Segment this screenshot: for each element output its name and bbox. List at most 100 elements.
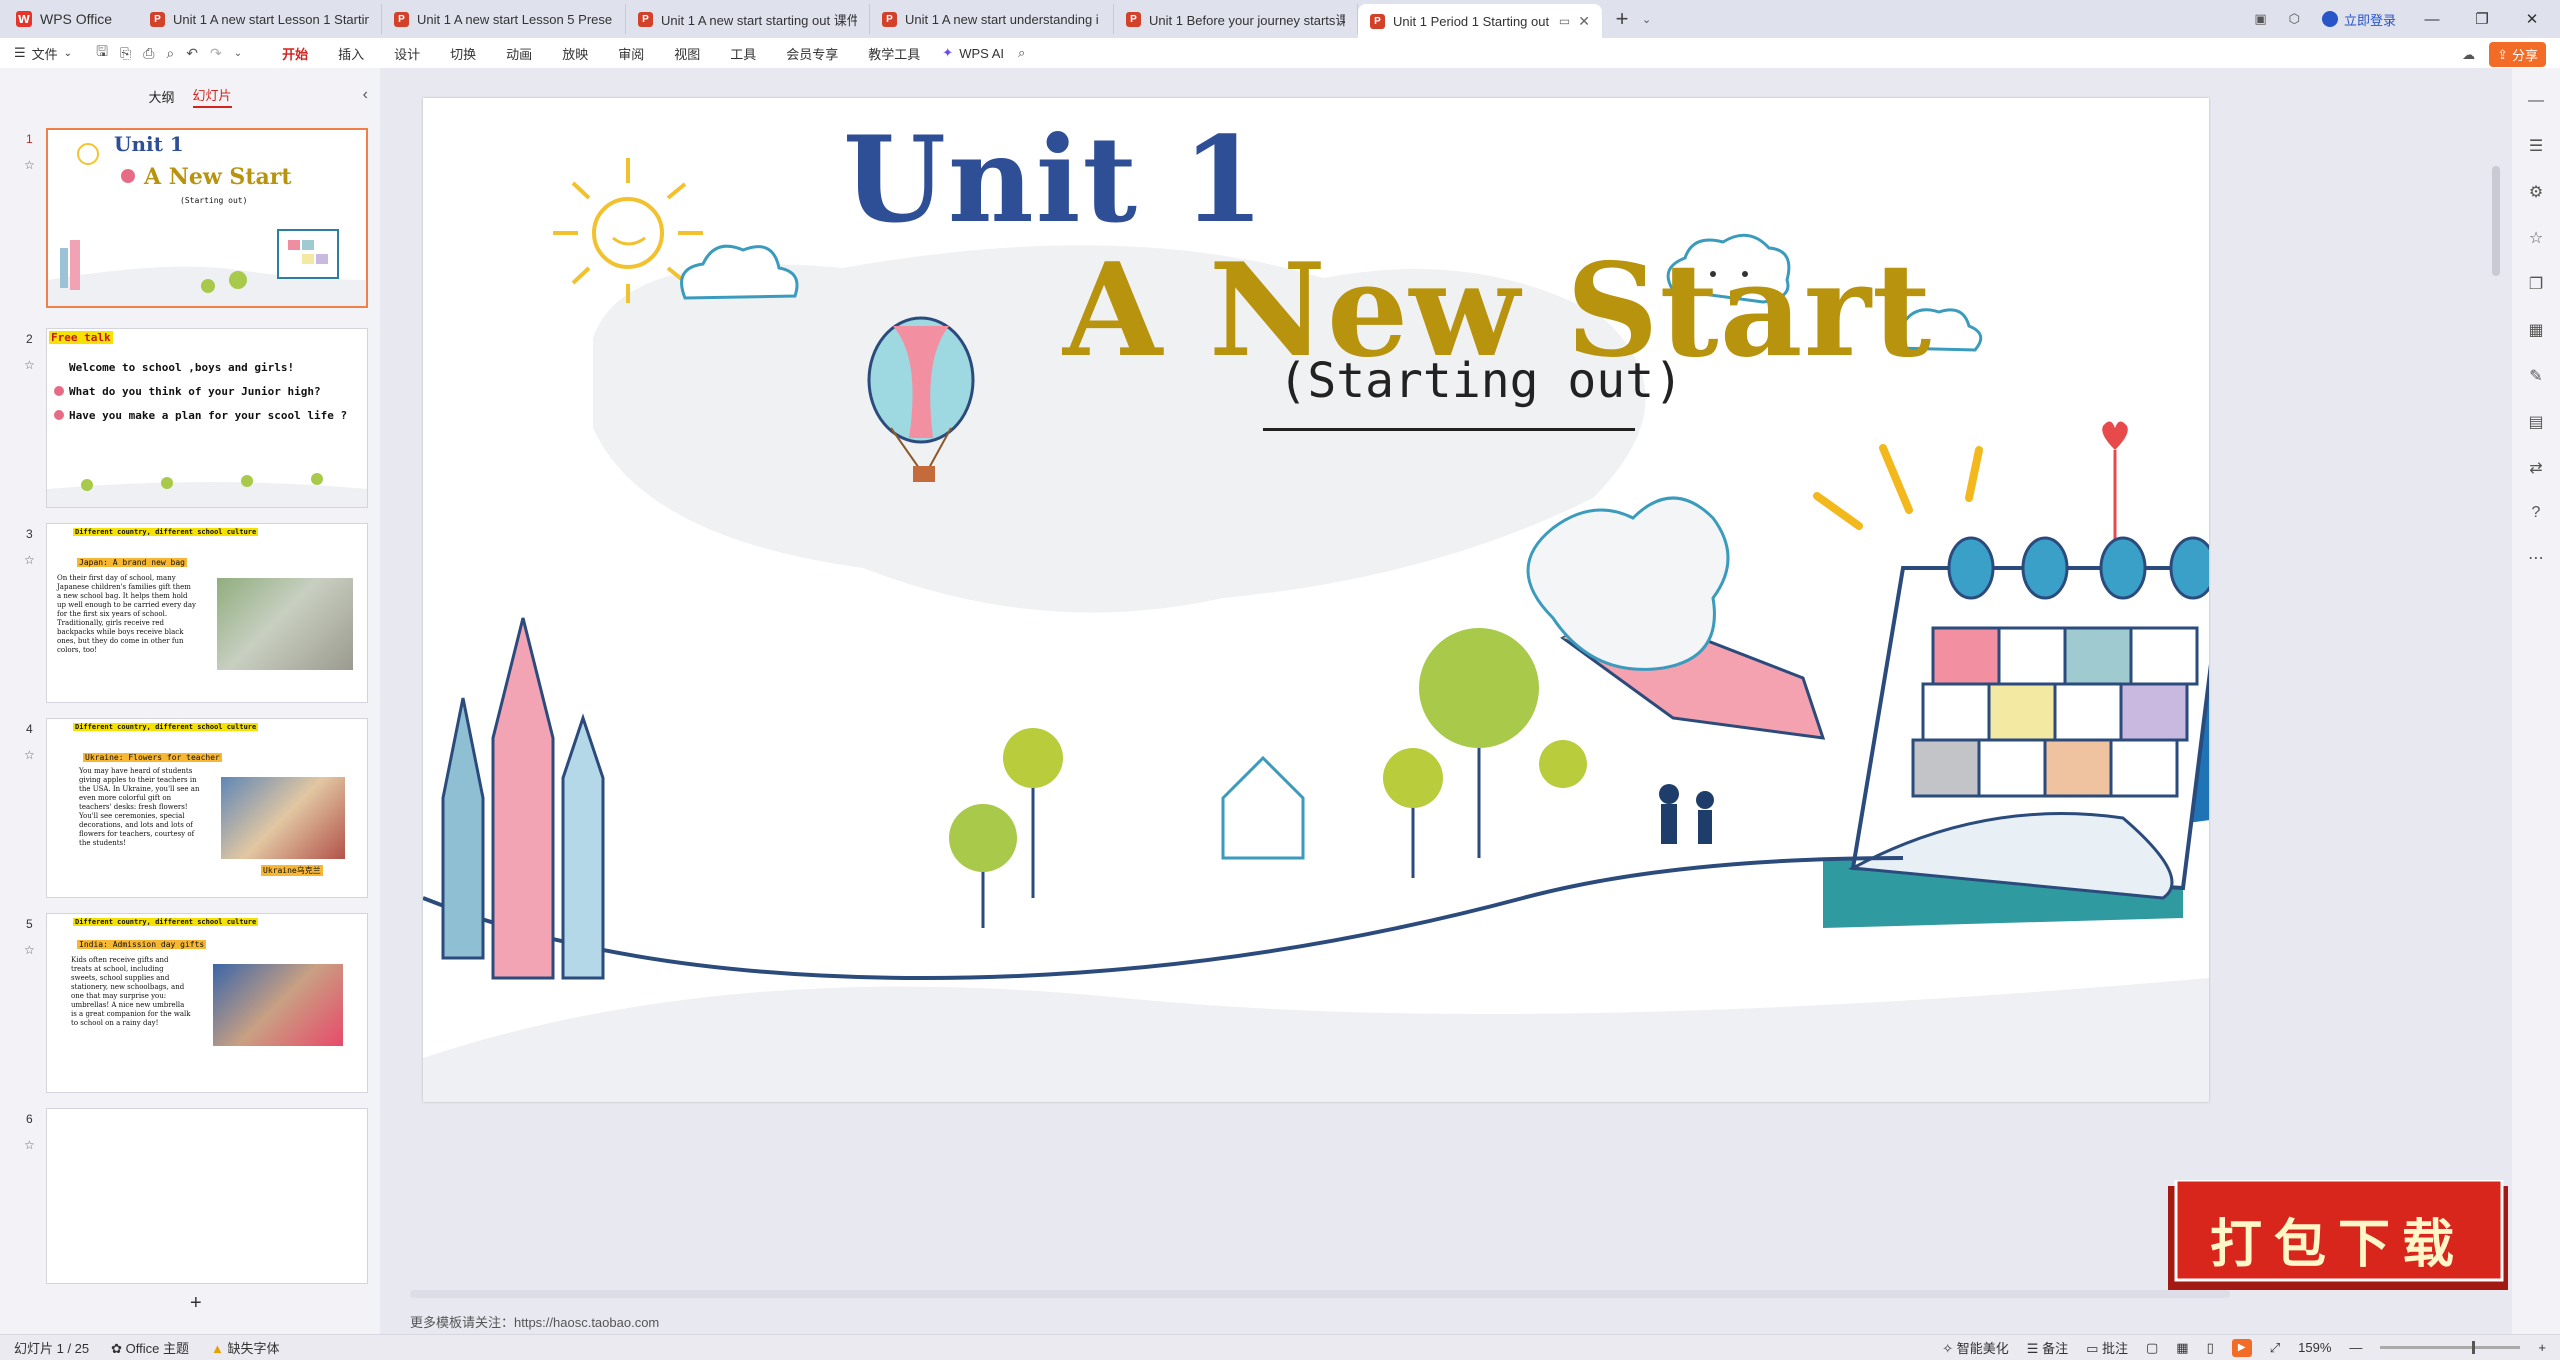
image-icon[interactable]: ▦: [2528, 320, 2543, 340]
horizontal-scrollbar[interactable]: [410, 1290, 2230, 1298]
menu-view[interactable]: 视图: [674, 44, 700, 63]
book-icon[interactable]: ▤: [2528, 412, 2543, 432]
comments-button[interactable]: ▭ 批注: [2086, 1338, 2128, 1357]
close-tab-icon[interactable]: ✕: [1578, 13, 1590, 30]
wps-home-tab[interactable]: W WPS Office: [0, 0, 138, 38]
theme-button[interactable]: ✿ Office 主题: [111, 1338, 189, 1357]
vertical-scrollbar[interactable]: [2492, 166, 2500, 276]
slide-thumbnail-4[interactable]: Different country, different school cult…: [46, 718, 368, 898]
slide-indicator: 幻灯片 1 / 25: [14, 1341, 90, 1356]
missing-font-button[interactable]: ▲ 缺失字体: [211, 1338, 280, 1357]
zoom-in-button[interactable]: +: [2538, 1340, 2546, 1355]
document-tab-1[interactable]: P Unit 1 A new start Lesson 1 Starting: [138, 4, 382, 34]
collapse-panel-icon[interactable]: ‹: [363, 86, 368, 104]
new-tab-button[interactable]: +: [1602, 0, 1642, 38]
fit-window-icon[interactable]: ⤢: [2270, 1340, 2280, 1356]
adjust-icon[interactable]: ⚙: [2529, 182, 2543, 202]
beautify-button[interactable]: ✧ 智能美化: [1942, 1338, 2009, 1357]
thumb-illustration: [48, 143, 366, 306]
preview-icon[interactable]: ⌕: [166, 45, 174, 62]
star-icon[interactable]: ☆: [24, 553, 35, 567]
cloud-sync-icon[interactable]: ☁: [2462, 47, 2475, 63]
tab-list-chevron-icon[interactable]: ⌄: [1642, 0, 1651, 38]
collapse-minus-icon[interactable]: —: [2528, 92, 2544, 110]
thumb-tag: Japan: A brand new bag: [77, 558, 187, 567]
zoom-out-button[interactable]: —: [2349, 1340, 2362, 1355]
share-button[interactable]: ⇪ 分享: [2489, 42, 2546, 67]
menu-teaching-tools[interactable]: 教学工具: [868, 44, 920, 63]
slide-thumbnail-1[interactable]: Unit 1 A New Start (Starting out): [46, 128, 368, 308]
wps-ai-button[interactable]: ✦ WPS AI: [942, 45, 1004, 61]
save-icon[interactable]: 🖫: [96, 41, 108, 65]
slide-thumbnail-5[interactable]: Different country, different school cult…: [46, 913, 368, 1093]
play-slideshow-button[interactable]: ▶: [2231, 1338, 2252, 1357]
tab-slides[interactable]: 幻灯片: [192, 85, 232, 108]
properties-icon[interactable]: ☰: [2529, 136, 2543, 156]
window-layout-icon[interactable]: ▣: [2254, 11, 2266, 27]
more-chevron-icon[interactable]: ⌄: [234, 48, 242, 59]
file-menu[interactable]: ☰ 文件 ⌄: [0, 44, 86, 63]
star-icon[interactable]: ☆: [24, 1138, 35, 1152]
menu-insert[interactable]: 插入: [338, 44, 364, 63]
restore-button[interactable]: ❐: [2468, 10, 2496, 28]
export-icon[interactable]: ⎘: [120, 45, 131, 62]
ribbon-menu-bar: ☰ 文件 ⌄ 🖫 ⎘ ⎙ ⌕ ↶ ↷ ⌄ 开始 插入 设计 切换 动画 放映 审…: [0, 38, 2560, 70]
star-icon[interactable]: ☆: [24, 943, 35, 957]
menu-transition[interactable]: 切换: [450, 44, 476, 63]
menu-review[interactable]: 审阅: [618, 44, 644, 63]
slide-number: 4: [26, 722, 33, 736]
slide-thumbnail-6[interactable]: [46, 1108, 368, 1284]
search-icon[interactable]: ⌕: [1018, 45, 1025, 61]
star-tool-icon[interactable]: ☆: [2529, 228, 2543, 248]
slide-subtitle[interactable]: (Starting out): [423, 353, 1683, 409]
document-tab-5[interactable]: P Unit 1 Before your journey starts课: [1114, 4, 1358, 34]
thumb-body: On their first day of school, many Japan…: [57, 574, 196, 654]
undo-icon[interactable]: ↶: [186, 45, 198, 62]
slide-1-canvas[interactable]: Unit 1 A New Start (Starting out): [423, 98, 2209, 1102]
grid-view-icon[interactable]: ▦: [2176, 1340, 2188, 1356]
document-tab-4[interactable]: P Unit 1 A new start understanding i: [870, 4, 1114, 34]
menu-slideshow[interactable]: 放映: [562, 44, 588, 63]
slide-thumbnail-2[interactable]: Free talk Welcome to school ,boys and gi…: [46, 328, 368, 508]
document-tab-label: Unit 1 Before your journey starts课: [1149, 12, 1345, 28]
help-icon[interactable]: ?: [2532, 504, 2541, 522]
slide-title-unit[interactable]: Unit 1: [843, 110, 1266, 249]
star-icon[interactable]: ☆: [24, 748, 35, 762]
share-tool-icon[interactable]: ⇄: [2529, 458, 2542, 478]
redo-icon[interactable]: ↷: [210, 45, 222, 62]
menu-home[interactable]: 开始: [282, 44, 309, 70]
bottom-ground-shape: [423, 978, 2209, 1102]
skin-icon[interactable]: ⬡: [2289, 11, 2300, 27]
menu-member[interactable]: 会员专享: [786, 44, 838, 63]
wps-logo-icon: W: [16, 11, 32, 27]
minimize-button[interactable]: —: [2418, 11, 2446, 28]
close-window-button[interactable]: ✕: [2518, 10, 2546, 28]
menu-animation[interactable]: 动画: [506, 44, 532, 63]
document-tab-3[interactable]: P Unit 1 A new start starting out 课件: [626, 4, 870, 34]
magic-icon[interactable]: ✎: [2529, 366, 2542, 386]
comments-label: 批注: [2101, 1341, 2128, 1356]
star-icon[interactable]: ☆: [24, 358, 35, 372]
zoom-level[interactable]: 159%: [2298, 1340, 2331, 1355]
more-icon[interactable]: ⋯: [2528, 548, 2544, 568]
login-button[interactable]: 立即登录: [2321, 10, 2396, 29]
document-tab-6-active[interactable]: P Unit 1 Period 1 Starting out ▭ ✕: [1358, 4, 1602, 38]
reading-view-icon[interactable]: ▯: [2207, 1340, 2214, 1356]
document-tab-2[interactable]: P Unit 1 A new start Lesson 5 Presen: [382, 4, 626, 34]
menu-design[interactable]: 设计: [394, 44, 420, 63]
slide-thumbnail-3[interactable]: Different country, different school cult…: [46, 523, 368, 703]
copy-icon[interactable]: ❐: [2529, 274, 2543, 294]
add-slide-button[interactable]: +: [190, 1292, 202, 1315]
notes-text[interactable]: 更多模板请关注：https://haosc.taobao.com: [410, 1312, 659, 1331]
star-icon[interactable]: ☆: [24, 158, 35, 172]
menu-tools[interactable]: 工具: [730, 44, 756, 63]
print-icon[interactable]: ⎙: [143, 45, 154, 62]
share-label: 分享: [2511, 48, 2538, 63]
tab-outline[interactable]: 大纲: [148, 87, 174, 106]
zoom-slider[interactable]: [2380, 1341, 2521, 1354]
normal-view-icon[interactable]: ▢: [2146, 1340, 2158, 1356]
download-package-badge[interactable]: 打包下载: [2168, 1180, 2508, 1290]
wps-ai-label: WPS AI: [959, 45, 1004, 61]
notes-button[interactable]: ☰ 备注: [2027, 1338, 2068, 1357]
calendar-illustration: [1823, 536, 2209, 928]
